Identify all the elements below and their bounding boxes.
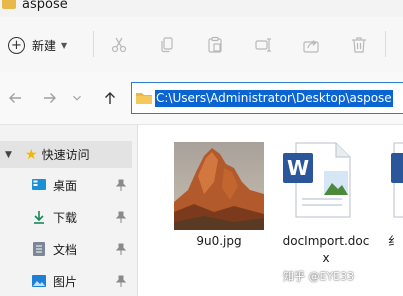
file-name: 9u0.jpg <box>196 234 242 248</box>
copy-icon <box>161 37 173 53</box>
svg-text:W: W <box>287 156 309 180</box>
toolbar-divider <box>385 31 386 57</box>
toolbar-divider <box>93 31 94 57</box>
folder-icon <box>136 93 152 104</box>
recent-locations-button[interactable] <box>70 88 84 108</box>
rename-icon <box>255 38 271 52</box>
file-name-line: docImport.doc <box>282 234 370 248</box>
title-bar: aspose <box>0 0 403 16</box>
pictures-icon <box>32 274 46 288</box>
watermark: 知乎 @EYE33 <box>283 270 355 283</box>
up-button[interactable] <box>100 88 120 108</box>
sidebar-item-label: 快速访问 <box>41 148 90 162</box>
navigation-bar: C:\Users\Administrator\Desktop\aspose <box>0 72 403 125</box>
desktop-icon <box>32 178 46 192</box>
sidebar-item-quick-access[interactable]: ▼ ★ 快速访问 <box>0 141 132 168</box>
arrow-left-icon <box>9 93 21 103</box>
new-button[interactable]: + 新建 ▼ <box>8 33 67 57</box>
paste-button[interactable] <box>204 34 226 56</box>
download-icon <box>32 210 46 224</box>
sidebar-item-downloads[interactable]: 下载 <box>0 205 132 229</box>
folder-icon <box>2 0 16 9</box>
rename-button[interactable] <box>252 34 274 56</box>
sidebar-item-desktop[interactable]: 桌面 <box>0 173 132 197</box>
star-icon: ★ <box>25 146 38 163</box>
cut-button[interactable] <box>108 34 130 56</box>
window-title: aspose <box>22 0 68 12</box>
navigation-pane: ▼ ★ 快速访问 桌面 下载 文档 图片 <box>0 125 138 296</box>
share-button[interactable] <box>300 34 322 56</box>
copy-button[interactable] <box>156 34 178 56</box>
pin-icon[interactable] <box>116 211 126 223</box>
pin-icon[interactable] <box>116 243 126 255</box>
plus-icon: + <box>8 36 25 54</box>
new-button-label: 新建 <box>32 38 57 53</box>
sidebar-item-documents[interactable]: 文档 <box>0 237 132 261</box>
word-document-icon <box>391 142 403 218</box>
sidebar-item-pictures[interactable]: 图片 <box>0 269 132 293</box>
forward-button[interactable] <box>40 88 60 108</box>
sidebar-item-label: 桌面 <box>53 178 78 193</box>
file-name-line: x <box>322 251 330 265</box>
sidebar-item-label: 文档 <box>53 242 78 257</box>
delete-icon <box>352 37 366 53</box>
pin-icon[interactable] <box>116 179 126 191</box>
cut-icon <box>111 37 127 53</box>
address-bar[interactable]: C:\Users\Administrator\Desktop\aspose <box>131 82 403 114</box>
chevron-down-icon: ▼ <box>61 40 68 50</box>
address-path[interactable]: C:\Users\Administrator\Desktop\aspose <box>155 90 393 107</box>
file-list: 9u0.jpg W docImport.doc x 纟 <box>138 125 403 296</box>
chevron-down-icon <box>73 95 81 101</box>
sidebar-item-label: 图片 <box>53 274 78 289</box>
chevron-down-icon[interactable]: ▼ <box>5 150 19 160</box>
share-icon <box>303 40 319 53</box>
word-document-icon: W <box>283 142 351 218</box>
command-bar: + 新建 ▼ <box>0 17 403 72</box>
arrow-up-icon <box>105 92 115 104</box>
back-button[interactable] <box>5 88 25 108</box>
paste-icon <box>208 36 222 53</box>
pin-icon[interactable] <box>116 275 126 287</box>
file-item-partial[interactable]: 纟 <box>388 125 403 296</box>
delete-button[interactable] <box>348 34 370 56</box>
documents-icon <box>32 242 46 256</box>
file-item-image[interactable]: 9u0.jpg <box>138 125 268 296</box>
sidebar-item-label: 下载 <box>53 210 78 225</box>
image-thumbnail <box>174 142 264 230</box>
file-name: 纟 <box>388 234 401 248</box>
arrow-right-icon <box>44 93 56 103</box>
